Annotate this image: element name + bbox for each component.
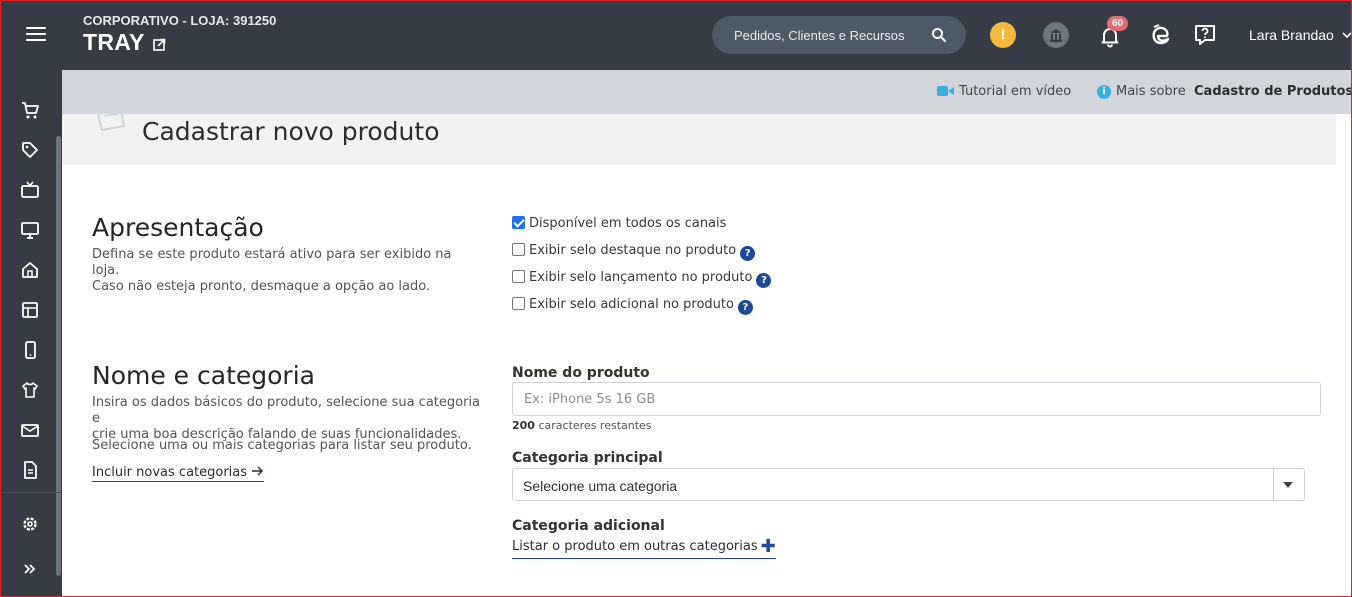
video-tutorial-link[interactable]: Tutorial em vídeo — [937, 84, 1071, 99]
shirt-icon[interactable] — [19, 379, 41, 401]
product-name-input[interactable] — [512, 382, 1321, 416]
chars-remaining-count: 200 — [512, 419, 535, 432]
page-title: Cadastrar novo produto — [142, 117, 440, 146]
help-bar: Tutorial em vídeo i Mais sobre Cadastro d… — [62, 70, 1352, 114]
chars-remaining-suffix: caracteres restantes — [538, 419, 652, 432]
search-placeholder: Pedidos, Clientes e Recursos — [734, 28, 905, 43]
desc-line: Caso não esteja pronto, desmaque a opção… — [92, 279, 431, 294]
checkbox-available-all-channels[interactable]: Disponível em todos os canais — [512, 216, 726, 231]
more-about-prefix: Mais sobre — [1116, 84, 1186, 99]
notifications-badge: 60 — [1107, 16, 1128, 31]
select-divider — [1273, 469, 1274, 500]
checkbox-label: Exibir selo adicional no produto — [529, 297, 734, 312]
section-title-nome-categoria: Nome e categoria — [92, 361, 315, 390]
section-title-apresentacao: Apresentação — [92, 213, 264, 242]
section-desc-nome-categoria: Insira os dados básicos do produto, sele… — [92, 395, 482, 443]
desc-line: Defina se este produto estará ativo para… — [92, 247, 452, 278]
help-chat-icon[interactable] — [1193, 23, 1217, 47]
extra-category-label: Categoria adicional — [512, 518, 665, 534]
include-categories-link[interactable]: Incluir novas categorias — [92, 465, 265, 482]
section-desc-categories: Selecione uma ou mais categorias para li… — [92, 438, 472, 453]
arrow-right-icon — [252, 466, 264, 476]
sidebar-divider — [0, 492, 62, 493]
mail-icon[interactable] — [19, 419, 41, 441]
user-name: Lara Brandao — [1249, 27, 1334, 43]
main-category-label: Categoria principal — [512, 450, 663, 466]
help-tooltip-icon[interactable]: ? — [740, 246, 756, 261]
tag-icon[interactable] — [19, 139, 41, 161]
expand-icon[interactable] — [19, 558, 41, 580]
page-header: Cadastrar novo produto — [62, 114, 1336, 165]
list-other-categories-link[interactable]: Listar o produto em outras categorias ✚ — [512, 536, 776, 559]
video-tutorial-label: Tutorial em vídeo — [959, 84, 1072, 99]
product-name-label: Nome do produto — [512, 365, 650, 381]
edge-app-icon[interactable] — [1150, 23, 1172, 47]
external-link-icon[interactable] — [153, 38, 166, 51]
main-category-select[interactable]: Selecione uma categoria — [512, 468, 1305, 501]
store-name: TRAY — [83, 29, 145, 55]
monitor-icon[interactable] — [19, 219, 41, 241]
menu-icon[interactable] — [24, 24, 48, 44]
store-info: CORPORATIVO - LOJA: 391250 — [83, 13, 277, 28]
more-about-topic: Cadastro de Produtos — [1194, 84, 1352, 99]
bank-icon[interactable] — [1043, 22, 1069, 48]
search-bar[interactable]: Pedidos, Clientes e Recursos — [712, 16, 966, 54]
checkbox-unchecked[interactable] — [512, 270, 525, 283]
sidebar — [0, 70, 62, 597]
checkbox-featured-seal[interactable]: Exibir selo destaque no produto? — [512, 243, 756, 261]
user-menu[interactable]: Lara Brandao — [1249, 27, 1352, 43]
desc-line: Insira os dados básicos do produto, sele… — [92, 395, 481, 426]
chevron-down-icon — [1342, 32, 1352, 39]
caret-down-icon[interactable] — [1283, 482, 1293, 488]
checkbox-label: Exibir selo lançamento no produto — [529, 270, 753, 285]
checkbox-checked[interactable] — [512, 216, 525, 229]
layout-icon[interactable] — [19, 299, 41, 321]
chars-remaining: 200 caracteres restantes — [512, 419, 652, 432]
top-bar: CORPORATIVO - LOJA: 391250 TRAY Pedidos,… — [0, 0, 1352, 70]
alert-icon[interactable]: ! — [990, 22, 1016, 48]
mobile-icon[interactable] — [19, 339, 41, 361]
checkbox-launch-seal[interactable]: Exibir selo lançamento no produto? — [512, 270, 772, 288]
sidebar-scrollbar[interactable] — [56, 136, 61, 576]
section-desc-apresentacao: Defina se este produto estará ativo para… — [92, 247, 482, 295]
plus-icon: ✚ — [760, 536, 776, 557]
help-tooltip-icon[interactable]: ? — [737, 300, 753, 315]
search-icon[interactable] — [930, 26, 948, 44]
product-box-icon — [96, 114, 126, 132]
main-category-value: Selecione uma categoria — [523, 478, 678, 494]
store-icon[interactable] — [19, 259, 41, 281]
help-tooltip-icon[interactable]: ? — [756, 273, 772, 288]
document-icon[interactable] — [19, 459, 41, 481]
checkbox-unchecked[interactable] — [512, 243, 525, 256]
more-about-link[interactable]: i Mais sobre Cadastro de Produtos — [1097, 84, 1352, 99]
checkbox-unchecked[interactable] — [512, 297, 525, 310]
checkbox-additional-seal[interactable]: Exibir selo adicional no produto? — [512, 297, 753, 315]
settings-icon[interactable] — [19, 513, 41, 535]
checkbox-label: Disponível em todos os canais — [529, 216, 727, 231]
checkbox-label: Exibir selo destaque no produto — [529, 243, 737, 258]
cart-icon[interactable] — [19, 99, 41, 121]
tv-icon[interactable] — [19, 179, 41, 201]
include-categories-label: Incluir novas categorias — [92, 465, 248, 480]
info-icon: i — [1097, 85, 1111, 99]
video-camera-icon — [937, 86, 954, 96]
list-other-categories-label: Listar o produto em outras categorias — [512, 539, 758, 554]
